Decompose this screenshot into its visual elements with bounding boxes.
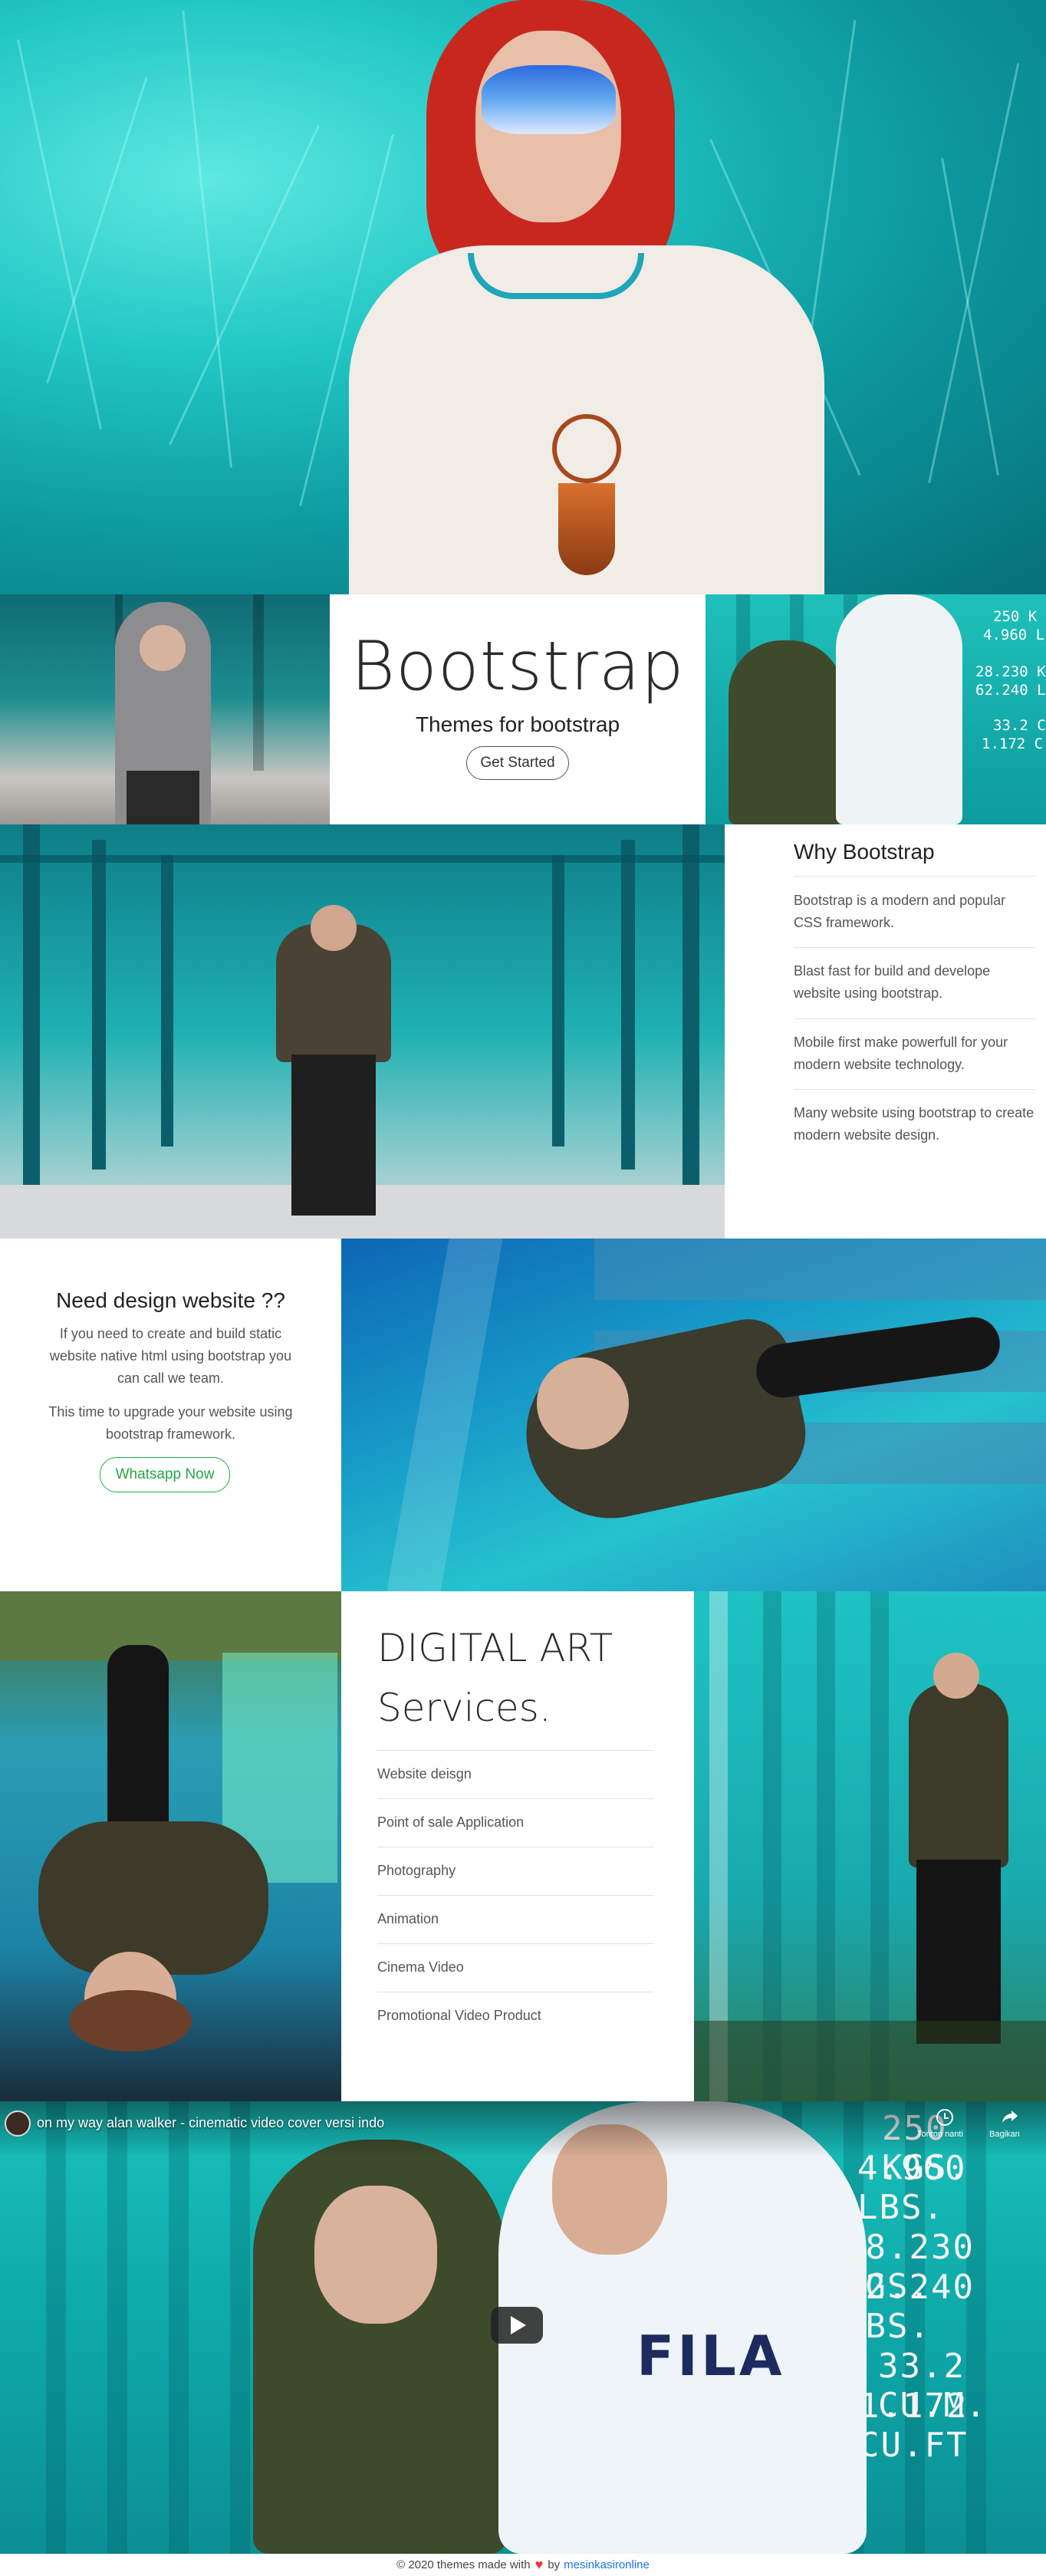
cargo-text-2: 4.960 LBS. [857, 2149, 967, 2227]
get-started-button[interactable]: Get Started [466, 746, 569, 780]
why-item-2: Blast fast for build and develope websit… [794, 963, 991, 1001]
hero-image [0, 0, 1046, 594]
video-player[interactable]: FILA 250 KGS. 4.960 LBS. 28.230 KGS. 62.… [0, 2101, 1046, 2554]
need-heading: Need design website ?? [56, 1288, 285, 1312]
need-design-panel: Need design website ?? If you need to cr… [0, 1239, 341, 1591]
footer: © 2020 themes made with ♥ by mesinkasiro… [0, 2554, 1046, 2576]
watch-later-icon[interactable] [936, 2109, 953, 2126]
cargo-text-6: 1.172 CU.FT [859, 2387, 969, 2465]
service-item-4: Animation [377, 1911, 439, 1926]
banner-title: Bootstrap [350, 627, 685, 706]
divider [794, 876, 1035, 877]
why-heading: Why Bootstrap [794, 840, 935, 864]
why-item-4: Many website using bootstrap to create m… [794, 1105, 1034, 1143]
share-icon[interactable] [1001, 2107, 1019, 2126]
heart-icon: ♥ [535, 2557, 544, 2572]
footer-by: by [548, 2558, 561, 2571]
couple-container-photo: 250 K 4.960 L 28.230 K 62.240 L 33.2 C 1… [706, 594, 1046, 824]
container-tag-1: 250 K [993, 608, 1038, 625]
footer-text: © 2020 themes made with [396, 2558, 531, 2571]
container-woman-photo [694, 1591, 1046, 2101]
hoodie-man-photo [0, 594, 330, 824]
divider [794, 1018, 1035, 1019]
hoodie-brand-text: FILA [636, 2324, 785, 2388]
share-label[interactable]: Bagikan [989, 2130, 1020, 2139]
stairs-woman-photo [341, 1239, 1046, 1591]
divider [794, 947, 1035, 948]
service-item-2: Point of sale Application [377, 1814, 525, 1830]
service-item-5: Cinema Video [377, 1959, 464, 1975]
channel-avatar[interactable] [5, 2110, 31, 2137]
container-tag-4: 62.240 L [975, 682, 1046, 699]
service-item-6: Promotional Video Product [377, 2008, 541, 2023]
divider [794, 1089, 1035, 1090]
services-title-line-1: DIGITAL ART [377, 1626, 613, 1670]
footer-link[interactable]: mesinkasironline [564, 2558, 650, 2571]
whatsapp-button[interactable]: Whatsapp Now [100, 1457, 230, 1492]
bootstrap-banner: Bootstrap Themes for bootstrap Get Start… [330, 594, 706, 824]
divider [377, 1943, 653, 1944]
need-paragraph-2: This time to upgrade your website using … [48, 1404, 293, 1442]
container-tag-6: 1.172 C [982, 735, 1044, 752]
divider [377, 1798, 653, 1799]
banner-subtitle: Themes for bootstrap [415, 712, 620, 736]
play-button[interactable] [491, 2307, 543, 2344]
video-title[interactable]: on my way alan walker - cinematic video … [37, 2115, 384, 2131]
need-paragraph-1: If you need to create and build static w… [49, 1326, 292, 1386]
play-icon [511, 2316, 526, 2334]
services-title-line-2: Services. [377, 1686, 551, 1730]
why-item-1: Bootstrap is a modern and popular CSS fr… [794, 893, 1006, 930]
service-item-3: Photography [377, 1863, 456, 1878]
divider [377, 1750, 653, 1751]
container-tag-5: 33.2 C [993, 717, 1046, 734]
cargo-text-4: 62.240 LBS. [844, 2268, 975, 2346]
divider [377, 1895, 653, 1896]
watch-later-label[interactable]: Tonton nanti [917, 2130, 963, 2139]
container-tag-3: 28.230 K [975, 663, 1046, 680]
lying-woman-photo [0, 1591, 341, 2101]
container-tag-2: 4.960 L [983, 627, 1045, 643]
service-item-1: Website deisgn [377, 1766, 472, 1781]
bridge-woman-photo [0, 824, 725, 1239]
why-item-3: Mobile first make powerfull for your mod… [794, 1035, 1008, 1072]
